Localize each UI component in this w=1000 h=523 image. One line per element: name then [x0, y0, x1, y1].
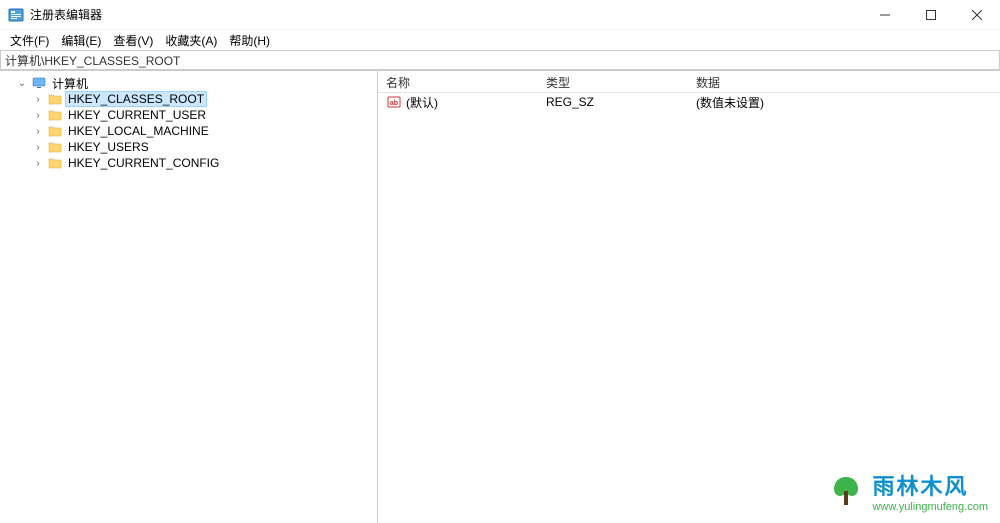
maximize-button[interactable]	[908, 0, 954, 29]
folder-icon	[47, 108, 63, 122]
chevron-right-icon[interactable]: ›	[32, 158, 44, 169]
tree-node-label: HKEY_CURRENT_CONFIG	[66, 156, 221, 170]
value-name: (默认)	[406, 94, 438, 111]
computer-icon	[31, 76, 47, 90]
menubar: 文件(F) 编辑(E) 查看(V) 收藏夹(A) 帮助(H)	[0, 30, 1000, 50]
menu-view[interactable]: 查看(V)	[107, 30, 159, 51]
folder-icon	[47, 92, 63, 106]
tree-hive-hkey-local-machine[interactable]: › HKEY_LOCAL_MACHINE	[0, 123, 377, 139]
cell-data: (数值未设置)	[688, 94, 1000, 111]
svg-text:ab: ab	[390, 100, 398, 107]
tree-node-label: HKEY_CURRENT_USER	[66, 108, 208, 122]
regedit-icon	[8, 7, 24, 23]
list-row[interactable]: ab (默认) REG_SZ (数值未设置)	[378, 93, 1000, 111]
column-header-type[interactable]: 类型	[538, 71, 688, 92]
address-bar[interactable]: 计算机\HKEY_CLASSES_ROOT	[0, 50, 1000, 70]
tree-root-computer[interactable]: ⌄ 计算机	[0, 75, 377, 91]
address-text: 计算机\HKEY_CLASSES_ROOT	[5, 52, 180, 69]
tree-node-label: HKEY_LOCAL_MACHINE	[66, 124, 211, 138]
menu-edit[interactable]: 编辑(E)	[55, 30, 107, 51]
folder-icon	[47, 140, 63, 154]
chevron-right-icon[interactable]: ›	[32, 110, 44, 121]
chevron-down-icon[interactable]: ⌄	[16, 78, 28, 89]
minimize-button[interactable]	[862, 0, 908, 29]
close-button[interactable]	[954, 0, 1000, 29]
window-title: 注册表编辑器	[30, 6, 862, 23]
list-header: 名称 类型 数据	[378, 71, 1000, 93]
folder-icon	[47, 156, 63, 170]
folder-icon	[47, 124, 63, 138]
tree-node-label: HKEY_CLASSES_ROOT	[66, 92, 206, 106]
column-header-name[interactable]: 名称	[378, 71, 538, 92]
tree-pane[interactable]: ⌄ 计算机 › HKEY_CLASSES_ROOT › HKEY_CURRENT…	[0, 71, 378, 523]
tree-hive-hkey-classes-root[interactable]: › HKEY_CLASSES_ROOT	[0, 91, 377, 107]
tree-hive-hkey-users[interactable]: › HKEY_USERS	[0, 139, 377, 155]
chevron-right-icon[interactable]: ›	[32, 126, 44, 137]
tree-node-label: HKEY_USERS	[66, 140, 151, 154]
window-controls	[862, 0, 1000, 29]
menu-favorites[interactable]: 收藏夹(A)	[159, 30, 223, 51]
main-split: ⌄ 计算机 › HKEY_CLASSES_ROOT › HKEY_CURRENT…	[0, 70, 1000, 523]
list-pane[interactable]: 名称 类型 数据 ab (默认) REG_SZ (数值未设置)	[378, 71, 1000, 523]
chevron-right-icon[interactable]: ›	[32, 94, 44, 105]
tree-hive-hkey-current-user[interactable]: › HKEY_CURRENT_USER	[0, 107, 377, 123]
column-header-data[interactable]: 数据	[688, 71, 1000, 92]
chevron-right-icon[interactable]: ›	[32, 142, 44, 153]
tree-node-label: 计算机	[50, 75, 90, 92]
tree-hive-hkey-current-config[interactable]: › HKEY_CURRENT_CONFIG	[0, 155, 377, 171]
cell-type: REG_SZ	[538, 95, 688, 109]
menu-file[interactable]: 文件(F)	[4, 30, 55, 51]
string-value-icon: ab	[386, 95, 402, 109]
menu-help[interactable]: 帮助(H)	[223, 30, 276, 51]
titlebar: 注册表编辑器	[0, 0, 1000, 30]
cell-name: ab (默认)	[378, 94, 538, 111]
